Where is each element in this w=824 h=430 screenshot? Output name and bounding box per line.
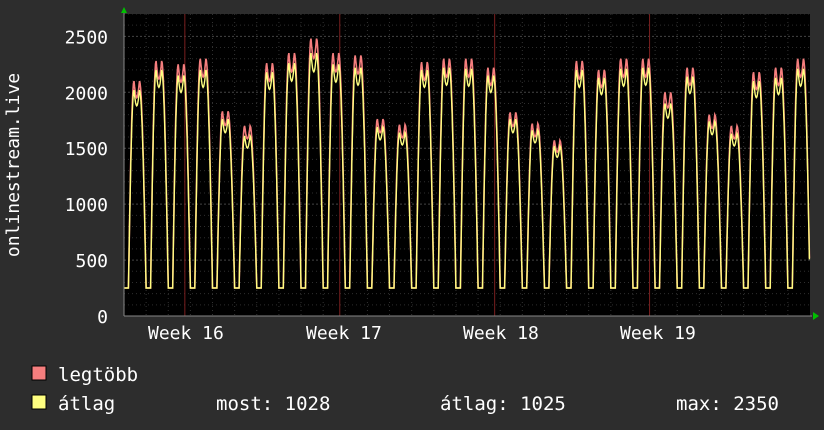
x-tick-label: Week 17 <box>306 323 382 344</box>
y-tick-label: 2000 <box>65 83 108 104</box>
chart-svg: 05001000150020002500 Week 16 Week 17 Week … <box>3 7 819 415</box>
y-tick-label: 0 <box>97 307 108 328</box>
legend-swatch-legtobb <box>31 365 47 381</box>
y-axis-title: onlinestream.live <box>3 73 24 257</box>
x-ticks: Week 16 Week 17 Week 18 Week 19 <box>148 323 696 344</box>
y-tick-label: 1000 <box>65 195 108 216</box>
y-ticks: 0 500 1000 1500 2000 2500 <box>65 27 108 328</box>
y-tick-label: 500 <box>75 251 108 272</box>
stat-max: max: 2350 <box>676 393 779 415</box>
y-tick-label: 1500 <box>65 139 108 160</box>
x-axis-arrow-icon <box>813 312 819 320</box>
x-tick-label: Week 19 <box>620 323 696 344</box>
x-tick-label: Week 16 <box>148 323 224 344</box>
stat-atlag: átlag: 1025 <box>440 393 566 415</box>
y-axis-arrow-icon <box>121 7 127 13</box>
legend-swatch-atlag <box>31 394 47 410</box>
y-tick-label: 2500 <box>65 27 108 48</box>
legend-label-legtobb: legtöbb <box>58 364 138 386</box>
stat-most: most: 1028 <box>216 393 330 415</box>
x-tick-label: Week 18 <box>463 323 539 344</box>
legend-label-atlag: átlag <box>58 393 115 415</box>
